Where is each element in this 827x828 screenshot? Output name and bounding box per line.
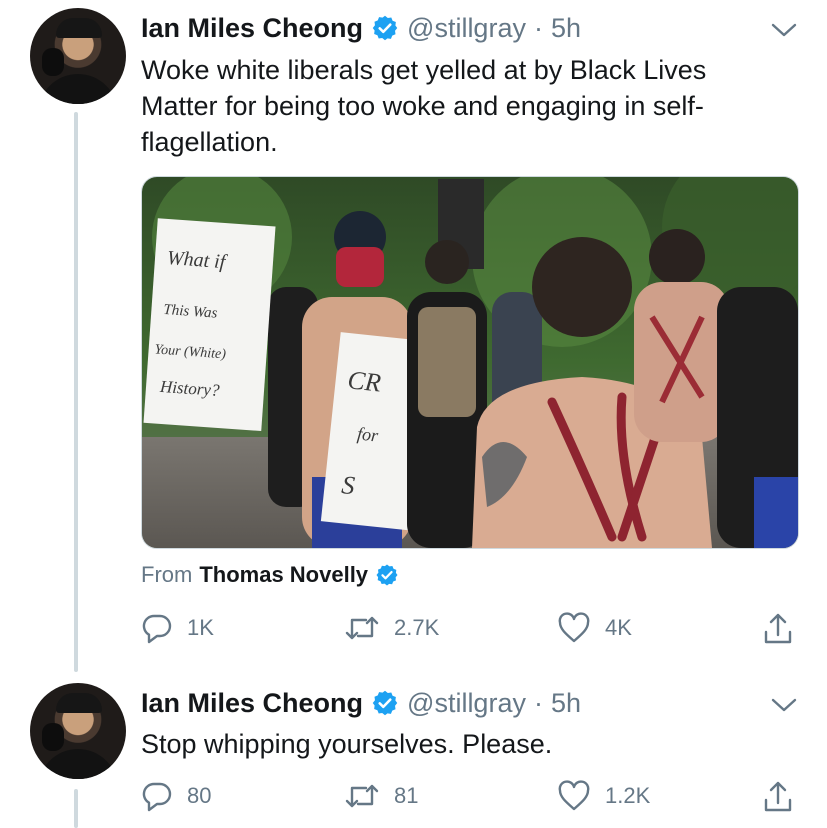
svg-text:What if: What if <box>166 247 228 273</box>
video-thumbnail[interactable]: What if This Was Your (White) History? C… <box>141 176 799 549</box>
svg-text:CR: CR <box>346 365 382 397</box>
like-button[interactable]: 1.2K <box>557 780 650 812</box>
avatar[interactable] <box>30 683 126 779</box>
media-source: From Thomas Novelly <box>141 561 399 589</box>
share-button[interactable] <box>761 780 809 814</box>
tweet-header: Ian Miles Cheong @stillgray · 5h <box>141 12 581 44</box>
reply-count: 1K <box>187 615 214 640</box>
tweet-text: Woke white liberals get yelled at by Bla… <box>141 55 707 157</box>
retweet-button[interactable]: 2.7K <box>344 612 439 644</box>
avatar[interactable] <box>30 8 126 104</box>
chevron-down-icon[interactable] <box>771 22 797 38</box>
protest-sign-left: What if This Was Your (White) History? <box>143 218 276 432</box>
retweet-count: 2.7K <box>394 615 440 640</box>
tweet-header: Ian Miles Cheong @stillgray · 5h <box>141 687 581 719</box>
verified-badge-icon <box>372 690 398 716</box>
tweet-actions: 80 81 1.2K <box>141 780 801 816</box>
tweet-actions: 1K 2.7K 4K <box>141 612 801 648</box>
reply-button[interactable]: 1K <box>141 612 214 644</box>
timestamp[interactable]: 5h <box>551 687 581 719</box>
share-button[interactable] <box>761 612 809 646</box>
like-count: 1.2K <box>605 783 651 808</box>
verified-badge-icon <box>376 564 398 586</box>
retweet-button[interactable]: 81 <box>344 780 418 812</box>
reply-button[interactable]: 80 <box>141 780 211 812</box>
retweet-icon <box>345 616 379 640</box>
author-handle[interactable]: @stillgray <box>407 12 526 44</box>
tweet-2[interactable]: Ian Miles Cheong @stillgray · 5h Stop wh… <box>0 675 827 828</box>
reply-icon <box>142 782 172 812</box>
tweet-text: Stop whipping yourselves. Please. <box>141 729 553 759</box>
share-icon <box>764 781 792 812</box>
verified-badge-icon <box>372 15 398 41</box>
svg-text:for: for <box>356 423 380 445</box>
thread-line <box>74 789 78 828</box>
author-name[interactable]: Ian Miles Cheong <box>141 12 363 44</box>
reply-count: 80 <box>187 783 212 808</box>
retweet-count: 81 <box>394 783 419 808</box>
author-name[interactable]: Ian Miles Cheong <box>141 687 363 719</box>
protest-photo: What if This Was Your (White) History? C… <box>142 177 798 548</box>
heart-icon <box>558 780 590 811</box>
thread-line <box>74 112 78 672</box>
retweet-icon <box>345 784 379 808</box>
heart-icon <box>558 612 590 643</box>
timestamp[interactable]: 5h <box>551 12 581 44</box>
share-icon <box>764 613 792 644</box>
chevron-down-icon[interactable] <box>771 697 797 713</box>
separator-dot: · <box>533 688 543 718</box>
source-prefix: From <box>141 562 193 587</box>
reply-icon <box>142 614 172 644</box>
separator-dot: · <box>533 13 543 43</box>
author-handle[interactable]: @stillgray <box>407 687 526 719</box>
source-name[interactable]: Thomas Novelly <box>199 561 368 589</box>
like-count: 4K <box>605 615 632 640</box>
tweet-1[interactable]: Ian Miles Cheong @stillgray · 5h Woke wh… <box>0 0 827 675</box>
like-button[interactable]: 4K <box>557 612 632 644</box>
